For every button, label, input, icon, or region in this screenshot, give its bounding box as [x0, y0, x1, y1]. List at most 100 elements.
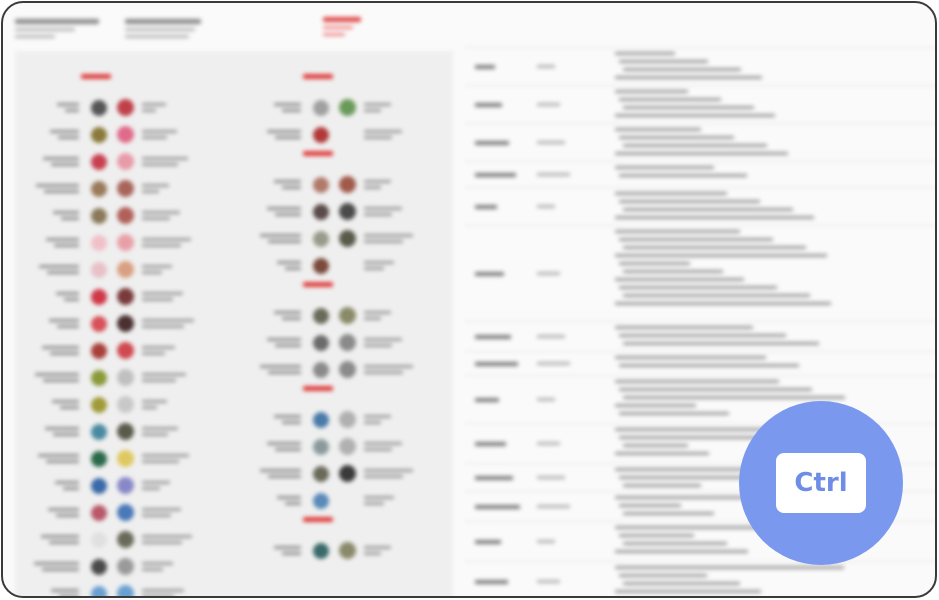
thumbnail-image — [117, 234, 134, 251]
grid-row — [251, 329, 413, 356]
grid-row — [29, 337, 194, 364]
grid-row — [29, 202, 194, 229]
grid-row — [29, 229, 194, 256]
grid-row — [29, 526, 194, 553]
thumbnail-image — [117, 288, 134, 305]
table-row — [465, 561, 935, 596]
thumbnail-image — [313, 492, 329, 509]
grid-row — [29, 445, 194, 472]
grid-row — [29, 283, 194, 310]
keypress-indicator: Ctrl — [739, 401, 903, 565]
thumbnail-image — [117, 558, 134, 575]
grid-row — [251, 356, 413, 383]
header-accent-block — [323, 17, 361, 40]
thumbnail-image — [91, 126, 107, 143]
thumbnail-image — [117, 423, 134, 440]
header-title-block — [125, 19, 205, 42]
grid-row — [29, 418, 194, 445]
thumbnail-image — [339, 99, 356, 116]
grid-row — [251, 171, 413, 198]
grid-row — [29, 553, 194, 580]
section-heading-bar — [303, 74, 413, 86]
thumbnail-image — [313, 203, 329, 220]
grid-row — [29, 121, 194, 148]
thumbnail-image — [91, 558, 107, 575]
thumbnail-image — [339, 542, 356, 559]
thumbnail-image — [313, 307, 329, 324]
grid-row — [251, 121, 413, 148]
thumbnail-image — [117, 126, 134, 143]
thumbnail-image — [117, 261, 134, 278]
grid-row — [251, 433, 413, 460]
thumbnail-image — [117, 369, 134, 386]
grid-row — [29, 175, 194, 202]
table-row — [465, 85, 935, 123]
thumbnail-image — [313, 257, 329, 274]
thumbnail-image — [91, 396, 107, 413]
thumbnail-image — [117, 450, 134, 467]
thumbnail-image — [91, 288, 107, 305]
thumbnail-image — [339, 126, 356, 143]
thumbnail-image — [339, 257, 356, 274]
section-heading-bar — [303, 386, 413, 398]
grid-row — [29, 148, 194, 175]
thumbnail-image — [339, 230, 356, 247]
grid-row — [251, 406, 413, 433]
thumbnail-image — [91, 153, 107, 170]
thumbnail-image — [91, 99, 107, 116]
thumbnail-image — [117, 153, 134, 170]
thumbnail-image — [339, 203, 356, 220]
table-row — [465, 187, 935, 225]
thumbnail-image — [117, 207, 134, 224]
thumbnail-image — [91, 342, 107, 359]
table-row — [465, 161, 935, 187]
thumbnail-image — [313, 99, 329, 116]
thumbnail-image — [117, 180, 134, 197]
grid-row — [251, 302, 413, 329]
grid-row — [29, 94, 194, 121]
thumbnail-image — [91, 180, 107, 197]
section-heading-bar — [303, 282, 413, 294]
thumbnail-image — [91, 504, 107, 521]
thumbnail-image — [117, 99, 134, 116]
thumbnail-image — [91, 369, 107, 386]
thumbnail-image — [91, 531, 107, 548]
thumbnail-image — [117, 315, 134, 332]
thumbnail-image — [91, 207, 107, 224]
grid-row — [251, 460, 413, 487]
thumbnail-image — [339, 465, 356, 482]
table-row — [465, 321, 935, 351]
grid-row — [29, 472, 194, 499]
thumbnail-image — [117, 342, 134, 359]
grid-row — [29, 364, 194, 391]
thumbnail-image — [313, 334, 329, 351]
table-row — [465, 225, 935, 321]
grid-row — [29, 256, 194, 283]
document-header — [15, 15, 435, 51]
thumbnail-image — [339, 361, 356, 378]
table-row — [465, 351, 935, 375]
grid-row — [29, 499, 194, 526]
grid-row — [29, 310, 194, 337]
table-row — [465, 47, 935, 85]
thumbnail-image — [91, 423, 107, 440]
thumbnail-image — [117, 585, 134, 596]
left-image-grid — [15, 51, 453, 596]
thumbnail-image — [117, 531, 134, 548]
thumbnail-image — [91, 450, 107, 467]
thumbnail-image — [91, 477, 107, 494]
thumbnail-image — [339, 438, 356, 455]
table-row — [465, 123, 935, 161]
thumbnail-image — [339, 307, 356, 324]
thumbnail-image — [117, 396, 134, 413]
grid-row — [251, 537, 413, 564]
thumbnail-image — [339, 334, 356, 351]
grid-row — [29, 391, 194, 418]
grid-column-left — [29, 71, 194, 596]
thumbnail-image — [313, 176, 329, 193]
thumbnail-image — [117, 504, 134, 521]
grid-row — [29, 580, 194, 596]
ctrl-key-cap: Ctrl — [776, 453, 866, 513]
screen-frame: Ctrl — [1, 1, 937, 598]
thumbnail-image — [313, 465, 329, 482]
